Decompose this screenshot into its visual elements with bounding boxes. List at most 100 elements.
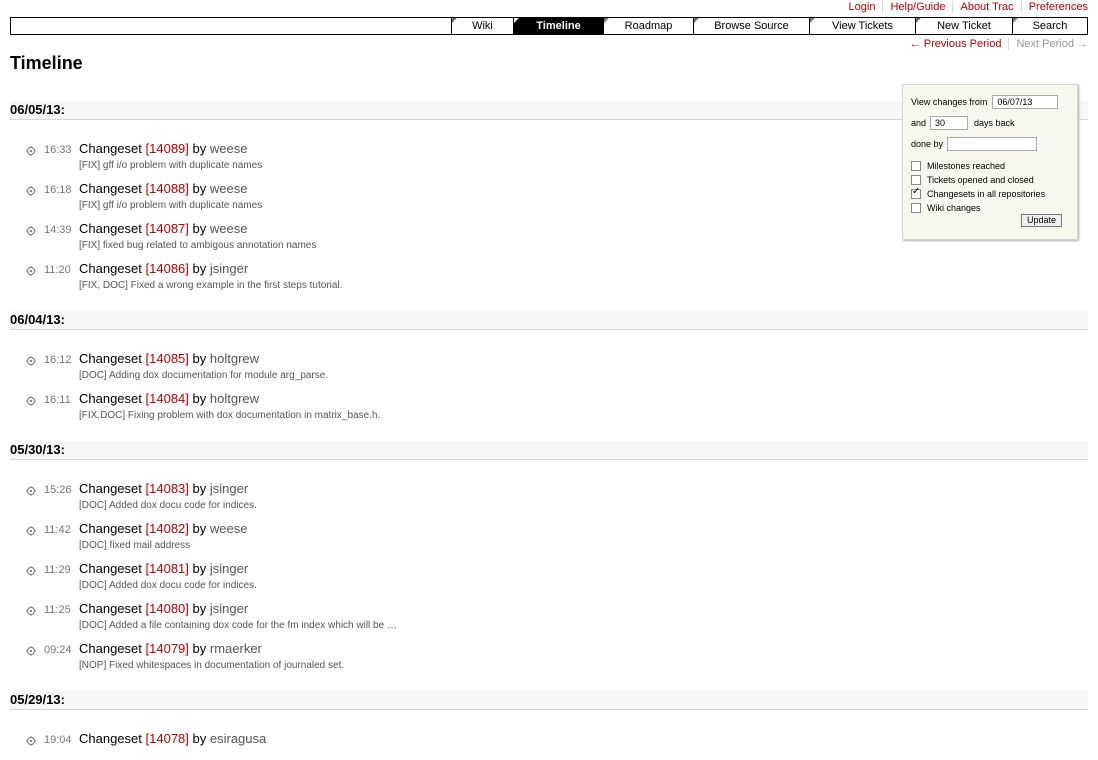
entry-title[interactable]: Changeset [14080] by jsinger	[79, 601, 248, 616]
filter-checkbox[interactable]	[911, 203, 921, 213]
entry-kind: Changeset	[79, 141, 142, 156]
timeline-entry: 11:25 Changeset [14080] by jsinger [DOC] A…	[26, 590, 1088, 631]
timeline-entry: 11:20 Changeset [14086] by jsinger [FIX, D…	[26, 250, 1088, 291]
entry-author: jsinger	[209, 561, 249, 576]
changeset-link[interactable]: [14086]	[146, 261, 189, 276]
entry-title[interactable]: Changeset [14081] by jsinger	[79, 561, 248, 576]
by-label: by	[192, 641, 207, 656]
entry-author: weese	[209, 221, 248, 236]
nav-tab-label[interactable]: View Tickets	[810, 18, 915, 34]
nav-tab-timeline[interactable]: Timeline	[513, 18, 603, 34]
entry-time: 14:39	[44, 224, 72, 236]
changeset-link[interactable]: [14088]	[146, 181, 189, 196]
next-period-link: Next Period →	[1008, 38, 1088, 50]
entry-title[interactable]: Changeset [14079] by rmaerker	[79, 641, 262, 656]
entry-title[interactable]: Changeset [14082] by weese	[79, 521, 247, 536]
login-link[interactable]: Login	[842, 1, 883, 13]
from-date-input[interactable]	[992, 95, 1059, 109]
entry-kind: Changeset	[79, 561, 142, 576]
entry-time: 16:12	[44, 354, 72, 366]
entry-title[interactable]: Changeset [14078] by esiragusa	[79, 731, 266, 746]
filter-checkbox[interactable]	[911, 161, 921, 171]
update-button[interactable]: Update	[1020, 214, 1062, 227]
entry-title[interactable]: Changeset [14086] by jsinger	[79, 261, 248, 276]
nav-tab-label[interactable]: Roadmap	[604, 18, 693, 34]
entry-description: [NOP] Fixed whitespaces in documentation…	[79, 660, 345, 671]
entry-title[interactable]: Changeset [14085] by holtgrew	[79, 351, 259, 366]
done-by-input[interactable]	[947, 137, 1038, 151]
nav-tab-label[interactable]: New Ticket	[916, 18, 1012, 34]
entry-author: jsinger	[209, 261, 249, 276]
changeset-link[interactable]: [14078]	[146, 731, 189, 746]
nav-tab-new-ticket[interactable]: New Ticket	[915, 18, 1012, 34]
entry-kind: Changeset	[79, 221, 142, 236]
entry-time: 16:11	[44, 394, 71, 406]
page-title: Timeline	[10, 53, 83, 73]
nav-tab-search[interactable]: Search	[1012, 18, 1087, 34]
changeset-link[interactable]: [14081]	[146, 561, 189, 576]
filter-option[interactable]: Changesets in all repositories	[911, 186, 1046, 199]
changeset-icon	[26, 526, 36, 536]
changeset-icon	[26, 396, 36, 406]
entry-kind: Changeset	[79, 731, 142, 746]
entry-title[interactable]: Changeset [14083] by jsinger	[79, 481, 248, 496]
day-section: 05/29/13: 19:04 Changeset [14078] by esira…	[10, 691, 1088, 760]
entry-time: 11:42	[44, 524, 71, 536]
by-label: by	[192, 521, 207, 536]
about-trac-link[interactable]: About Trac	[952, 1, 1020, 13]
days-back-label: days back	[974, 118, 1015, 128]
entry-title[interactable]: Changeset [14084] by holtgrew	[79, 391, 259, 406]
entry-kind: Changeset	[79, 641, 142, 656]
nav-tab-wiki[interactable]: Wiki	[451, 18, 513, 34]
nav-tab-roadmap[interactable]: Roadmap	[603, 18, 693, 34]
changeset-link[interactable]: [14085]	[146, 351, 189, 366]
nav-tab-view-tickets[interactable]: View Tickets	[809, 18, 915, 34]
filter-checkbox[interactable]	[911, 175, 921, 185]
changeset-icon	[26, 646, 36, 656]
timeline-preferences: View changes from and days back done by …	[902, 84, 1078, 240]
changeset-link[interactable]: [14087]	[146, 221, 189, 236]
filter-option[interactable]: Tickets opened and closed	[911, 175, 1034, 185]
filter-label: Wiki changes	[927, 203, 981, 213]
view-from-label: View changes from	[911, 97, 988, 107]
entry-author: rmaerker	[209, 641, 262, 656]
entry-time: 11:20	[44, 264, 71, 276]
entry-author: esiragusa	[209, 731, 267, 746]
day-heading: 05/30/13:	[10, 441, 1088, 460]
filter-label: Changesets in all repositories	[927, 189, 1046, 199]
entry-time: 09:24	[44, 644, 72, 656]
changeset-link[interactable]: [14080]	[146, 601, 189, 616]
filter-option[interactable]: Milestones reached	[911, 161, 1005, 171]
changeset-link[interactable]: [14082]	[146, 521, 189, 536]
nav-tab-label[interactable]: Browse Source	[694, 18, 809, 34]
help-guide-link[interactable]: Help/Guide	[882, 1, 952, 13]
filter-option[interactable]: Wiki changes	[911, 203, 981, 213]
entry-author: weese	[209, 141, 248, 156]
nav-tab-browse-source[interactable]: Browse Source	[693, 18, 809, 34]
by-label: by	[192, 481, 207, 496]
nav-tab-label[interactable]: Search	[1013, 18, 1087, 34]
entry-kind: Changeset	[79, 391, 142, 406]
day-heading: 05/29/13:	[10, 691, 1088, 710]
nav-tab-label[interactable]: Timeline	[514, 18, 603, 34]
entry-title[interactable]: Changeset [14087] by weese	[79, 221, 247, 236]
meta-navigation: Login Help/Guide About Trac Preferences	[842, 0, 1088, 14]
preferences-link[interactable]: Preferences	[1020, 1, 1088, 13]
entry-time: 16:33	[44, 144, 72, 156]
previous-period-link[interactable]: ← Previous Period	[910, 38, 1009, 50]
changeset-link[interactable]: [14089]	[146, 141, 189, 156]
by-label: by	[192, 561, 207, 576]
entry-author: holtgrew	[209, 351, 260, 366]
days-back-input[interactable]	[930, 116, 969, 130]
changeset-link[interactable]: [14079]	[146, 641, 189, 656]
entry-title[interactable]: Changeset [14089] by weese	[79, 141, 247, 156]
filter-checkbox[interactable]	[911, 186, 921, 199]
changeset-icon	[26, 226, 36, 236]
done-by-label: done by	[911, 139, 944, 149]
nav-tab-label[interactable]: Wiki	[452, 18, 513, 34]
entry-title[interactable]: Changeset [14088] by weese	[79, 181, 247, 196]
by-label: by	[192, 141, 207, 156]
changeset-icon	[26, 266, 36, 276]
changeset-link[interactable]: [14084]	[146, 391, 189, 406]
changeset-link[interactable]: [14083]	[146, 481, 189, 496]
